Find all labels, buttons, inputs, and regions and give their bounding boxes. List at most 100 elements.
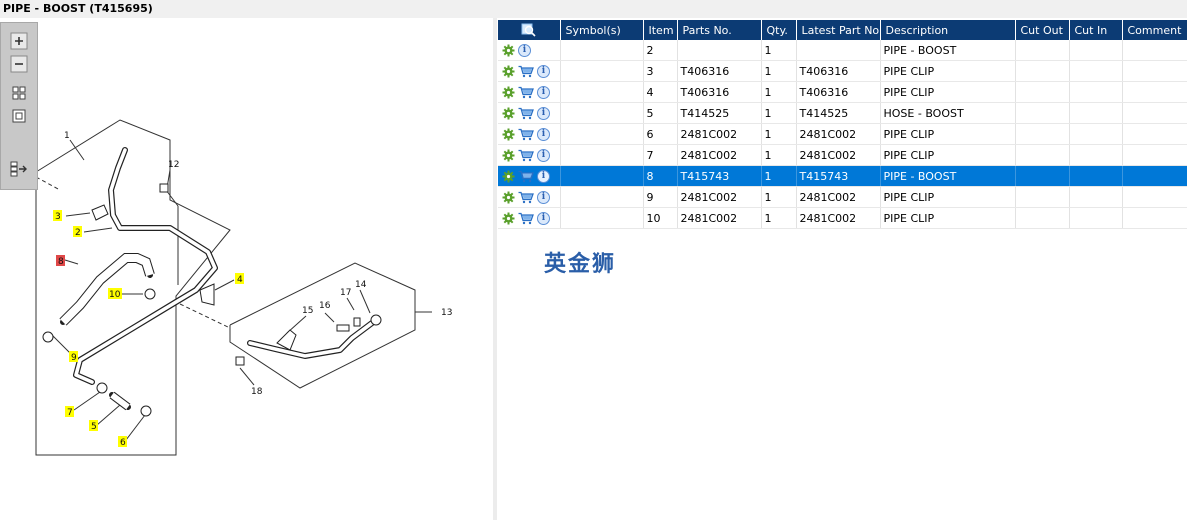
options-button[interactable] [502, 65, 515, 78]
column-header-description[interactable]: Description [880, 20, 1016, 40]
row-actions-cell: i [498, 81, 561, 103]
column-header-item[interactable]: Item [643, 20, 678, 40]
zoom-in-button[interactable] [10, 32, 28, 50]
column-header-cut-out[interactable]: Cut Out [1015, 20, 1070, 40]
export-icon [10, 161, 27, 177]
description-cell: PIPE CLIP [880, 207, 1016, 229]
item-cell: 6 [643, 123, 678, 145]
cut-out-cell [1015, 186, 1070, 208]
table-row[interactable]: i 5 T414525 1 T414525 HOSE - BOOST [498, 102, 1187, 124]
options-button[interactable] [502, 149, 515, 162]
cut-out-cell [1015, 40, 1070, 61]
cut-out-cell [1015, 165, 1070, 187]
window-title-bar: PIPE - BOOST (T415695) [0, 0, 1187, 18]
callout-13: 13 [441, 308, 452, 318]
table-row[interactable]: i 9 2481C002 1 2481C002 PIPE CLIP [498, 186, 1187, 208]
parts-no-cell: T415743 [677, 165, 762, 187]
cut-in-cell [1069, 81, 1123, 103]
item-cell: 4 [643, 81, 678, 103]
options-button[interactable] [502, 191, 515, 204]
callout-16: 16 [319, 301, 331, 311]
info-icon[interactable]: i [537, 64, 550, 78]
column-header-parts-no[interactable]: Parts No. [677, 20, 762, 40]
svg-text:8: 8 [58, 257, 64, 267]
comment-cell [1122, 40, 1187, 61]
add-to-cart-button[interactable] [518, 107, 534, 120]
add-to-cart-button[interactable] [518, 65, 534, 78]
column-header-cut-in[interactable]: Cut In [1069, 20, 1123, 40]
row-actions-cell: i [498, 165, 561, 187]
gear-icon [502, 149, 515, 161]
column-header-actions[interactable] [498, 20, 561, 40]
options-button[interactable] [502, 212, 515, 225]
parts-no-cell: 2481C002 [677, 123, 762, 145]
diagram-pane[interactable]: 1 12 13 14 15 16 17 18 3 2 8 10 4 9 7 5 … [0, 18, 493, 520]
info-icon[interactable]: i [537, 211, 550, 225]
parts-no-cell: T406316 [677, 81, 762, 103]
exploded-diagram: 1 12 13 14 15 16 17 18 3 2 8 10 4 9 7 5 … [35, 119, 452, 456]
options-button[interactable] [502, 107, 515, 120]
latest-part-no-cell: 2481C002 [796, 123, 881, 145]
table-row[interactable]: i 8 T415743 1 T415743 PIPE - BOOST [498, 165, 1187, 187]
description-cell: PIPE CLIP [880, 144, 1016, 166]
gear-icon [502, 191, 515, 203]
parts-no-cell: T414525 [677, 102, 762, 124]
column-header-latest-part-no[interactable]: Latest Part No. [796, 20, 881, 40]
comment-cell [1122, 144, 1187, 166]
info-icon[interactable]: i [537, 190, 550, 204]
symbols-cell [560, 123, 644, 145]
table-row[interactable]: i 2 1 PIPE - BOOST [498, 40, 1187, 61]
fit-window-button[interactable] [10, 107, 28, 125]
zoom-out-button[interactable] [10, 55, 28, 73]
gear-icon [502, 65, 515, 77]
latest-part-no-cell: T415743 [796, 165, 881, 187]
svg-text:4: 4 [237, 275, 243, 285]
window-title: PIPE - BOOST (T415695) [3, 2, 153, 15]
svg-text:5: 5 [91, 422, 97, 432]
options-button[interactable] [502, 86, 515, 99]
comment-cell [1122, 165, 1187, 187]
add-to-cart-button[interactable] [518, 170, 534, 183]
options-button[interactable] [502, 170, 515, 183]
table-row[interactable]: i 3 T406316 1 T406316 PIPE CLIP [498, 60, 1187, 82]
column-header-comment[interactable]: Comment [1122, 20, 1187, 40]
info-icon[interactable]: i [537, 169, 550, 183]
comment-cell [1122, 123, 1187, 145]
row-actions-cell: i [498, 40, 561, 61]
column-header-qty[interactable]: Qty. [761, 20, 797, 40]
cart-icon [518, 128, 534, 140]
fit-all-button[interactable] [10, 84, 28, 102]
cart-icon [518, 149, 534, 161]
gear-icon [502, 107, 515, 119]
table-row[interactable]: i 7 2481C002 1 2481C002 PIPE CLIP [498, 144, 1187, 166]
comment-cell [1122, 102, 1187, 124]
svg-text:6: 6 [120, 438, 126, 448]
info-icon[interactable]: i [537, 148, 550, 162]
item-cell: 7 [643, 144, 678, 166]
column-header-symbols[interactable]: Symbol(s) [560, 20, 644, 40]
latest-part-no-cell: 2481C002 [796, 186, 881, 208]
options-button[interactable] [502, 128, 515, 141]
info-icon[interactable]: i [537, 127, 550, 141]
add-to-cart-button[interactable] [518, 212, 534, 225]
options-button[interactable] [502, 44, 515, 57]
gear-icon [502, 170, 515, 182]
find-icon [521, 23, 536, 37]
table-row[interactable]: i 10 2481C002 1 2481C002 PIPE CLIP [498, 207, 1187, 229]
svg-text:3: 3 [55, 212, 61, 222]
add-to-cart-button[interactable] [518, 149, 534, 162]
add-to-cart-button[interactable] [518, 128, 534, 141]
info-icon[interactable]: i [537, 85, 550, 99]
cut-in-cell [1069, 102, 1123, 124]
export-button[interactable] [10, 160, 28, 178]
add-to-cart-button[interactable] [518, 86, 534, 99]
info-icon[interactable]: i [537, 106, 550, 120]
cut-out-cell [1015, 60, 1070, 82]
add-to-cart-button[interactable] [518, 191, 534, 204]
table-row[interactable]: i 6 2481C002 1 2481C002 PIPE CLIP [498, 123, 1187, 145]
cut-in-cell [1069, 165, 1123, 187]
table-row[interactable]: i 4 T406316 1 T406316 PIPE CLIP [498, 81, 1187, 103]
parts-no-cell: 2481C002 [677, 186, 762, 208]
callout-1: 1 [64, 131, 70, 141]
info-icon[interactable]: i [518, 43, 531, 57]
